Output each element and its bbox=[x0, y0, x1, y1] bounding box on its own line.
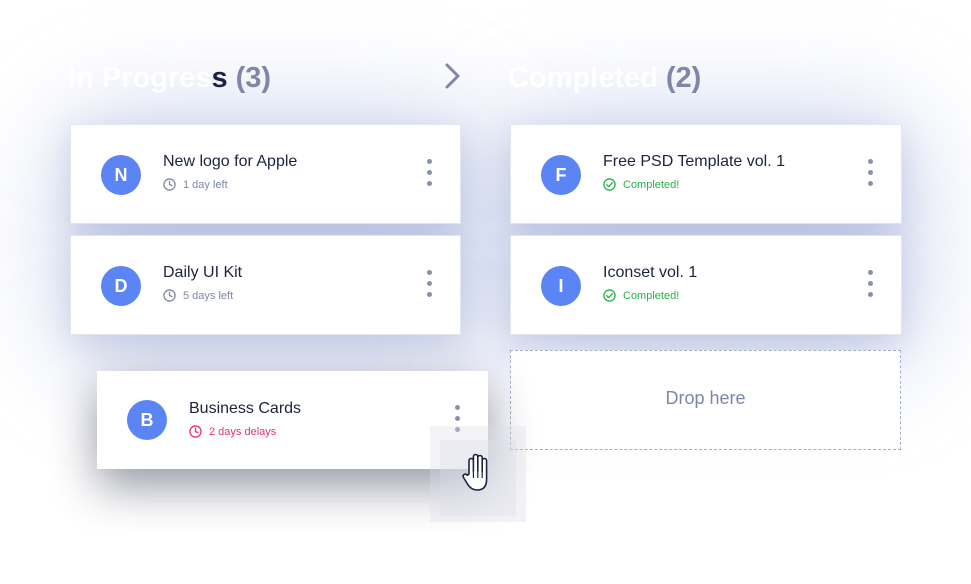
kebab-menu-icon[interactable] bbox=[424, 159, 434, 191]
kebab-menu-icon[interactable] bbox=[424, 270, 434, 302]
task-title: Iconset vol. 1 bbox=[603, 264, 698, 281]
column-count: (2) bbox=[665, 62, 702, 94]
column-title-text-tail: s bbox=[211, 62, 228, 94]
clock-icon bbox=[163, 289, 176, 302]
task-status-text: Completed! bbox=[623, 178, 680, 191]
grab-hand-icon bbox=[462, 453, 488, 491]
task-title: Free PSD Template vol. 1 bbox=[603, 153, 786, 170]
task-card[interactable]: F Free PSD Template vol. 1 Completed! bbox=[510, 124, 902, 224]
task-title: Daily UI Kit bbox=[163, 264, 243, 281]
drop-zone-label: Drop here bbox=[665, 388, 746, 408]
task-status: Completed! bbox=[603, 178, 679, 191]
task-card[interactable]: I Iconset vol. 1 Completed! bbox=[510, 235, 902, 335]
task-status: 2 days delays bbox=[189, 425, 276, 438]
kebab-menu-icon[interactable] bbox=[865, 270, 875, 302]
check-circle-icon bbox=[603, 178, 616, 191]
clock-icon bbox=[163, 178, 176, 191]
task-status-text: 5 days left bbox=[183, 289, 234, 302]
drop-zone[interactable]: Drop here bbox=[510, 350, 901, 450]
task-card[interactable]: N New logo for Apple 1 day left bbox=[70, 124, 461, 224]
task-status: Completed! bbox=[603, 289, 679, 302]
avatar: I bbox=[541, 266, 581, 306]
column-title-completed: Completed (2) bbox=[508, 60, 701, 96]
task-status: 1 day left bbox=[163, 178, 228, 191]
column-title-text: In Progres bbox=[68, 62, 212, 94]
avatar: B bbox=[127, 400, 167, 440]
task-status-text: 2 days delays bbox=[209, 425, 277, 438]
avatar: F bbox=[541, 155, 581, 195]
kebab-menu-icon[interactable] bbox=[865, 159, 875, 191]
column-title-in-progress: In Progress (3) bbox=[68, 60, 271, 96]
task-title: Business Cards bbox=[189, 400, 302, 417]
task-status: 5 days left bbox=[163, 289, 233, 302]
avatar: N bbox=[101, 155, 141, 195]
clock-icon bbox=[189, 425, 202, 438]
chevron-right-icon[interactable] bbox=[441, 62, 465, 90]
task-title: New logo for Apple bbox=[163, 153, 298, 170]
task-card[interactable]: D Daily UI Kit 5 days left bbox=[70, 235, 461, 335]
check-circle-icon bbox=[603, 289, 616, 302]
task-status-text: 1 day left bbox=[183, 178, 228, 191]
task-status-text: Completed! bbox=[623, 289, 680, 302]
column-count: (3) bbox=[235, 62, 272, 94]
column-title-text: Completed bbox=[508, 62, 658, 94]
avatar: D bbox=[101, 266, 141, 306]
